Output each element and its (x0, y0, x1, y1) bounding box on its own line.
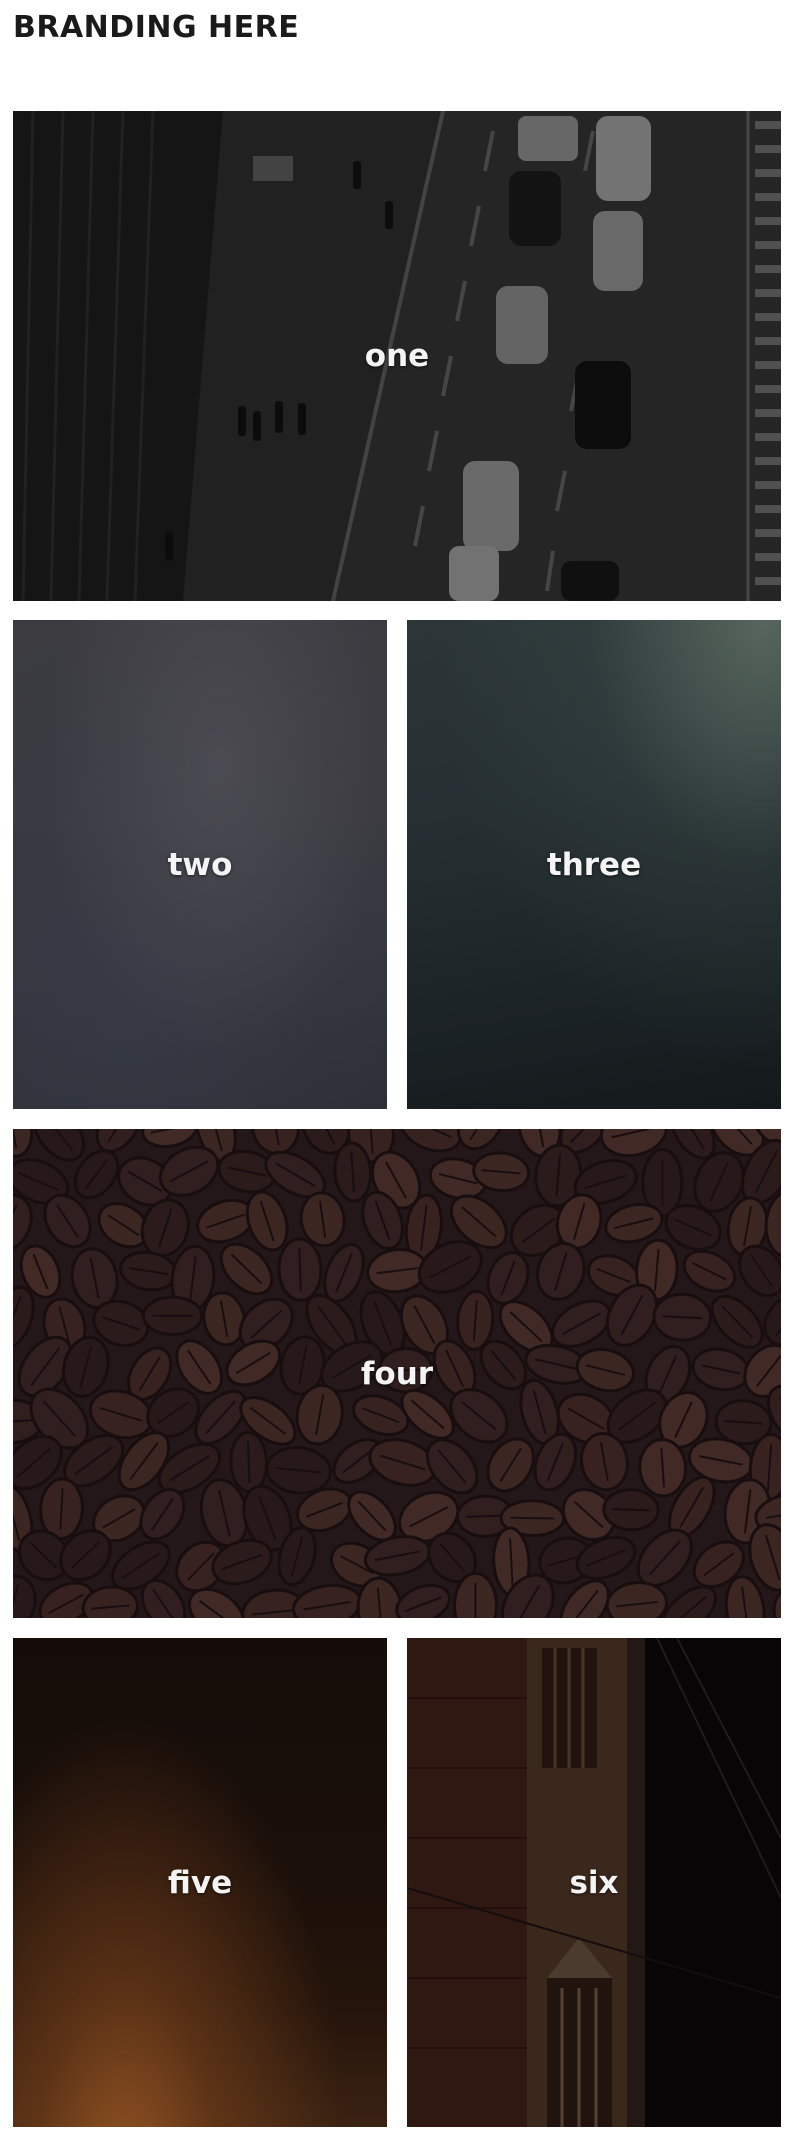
tile-five[interactable]: five (13, 1638, 387, 2127)
tile-three[interactable]: three (407, 620, 781, 1109)
tile-six[interactable]: six (407, 1638, 781, 2127)
tile-one[interactable]: one (13, 111, 781, 601)
tile-four[interactable]: four (13, 1129, 781, 1618)
tile-label: four (360, 1355, 434, 1392)
tile-two[interactable]: two (13, 620, 387, 1109)
tile-label: three (546, 846, 642, 883)
tile-label: six (569, 1864, 619, 1901)
branding-title: BRANDING HERE (13, 10, 300, 45)
page: BRANDING HERE one two three four five si… (0, 0, 795, 2155)
tile-label: two (167, 846, 233, 883)
tile-label: one (364, 338, 430, 374)
tile-label: five (167, 1864, 233, 1901)
